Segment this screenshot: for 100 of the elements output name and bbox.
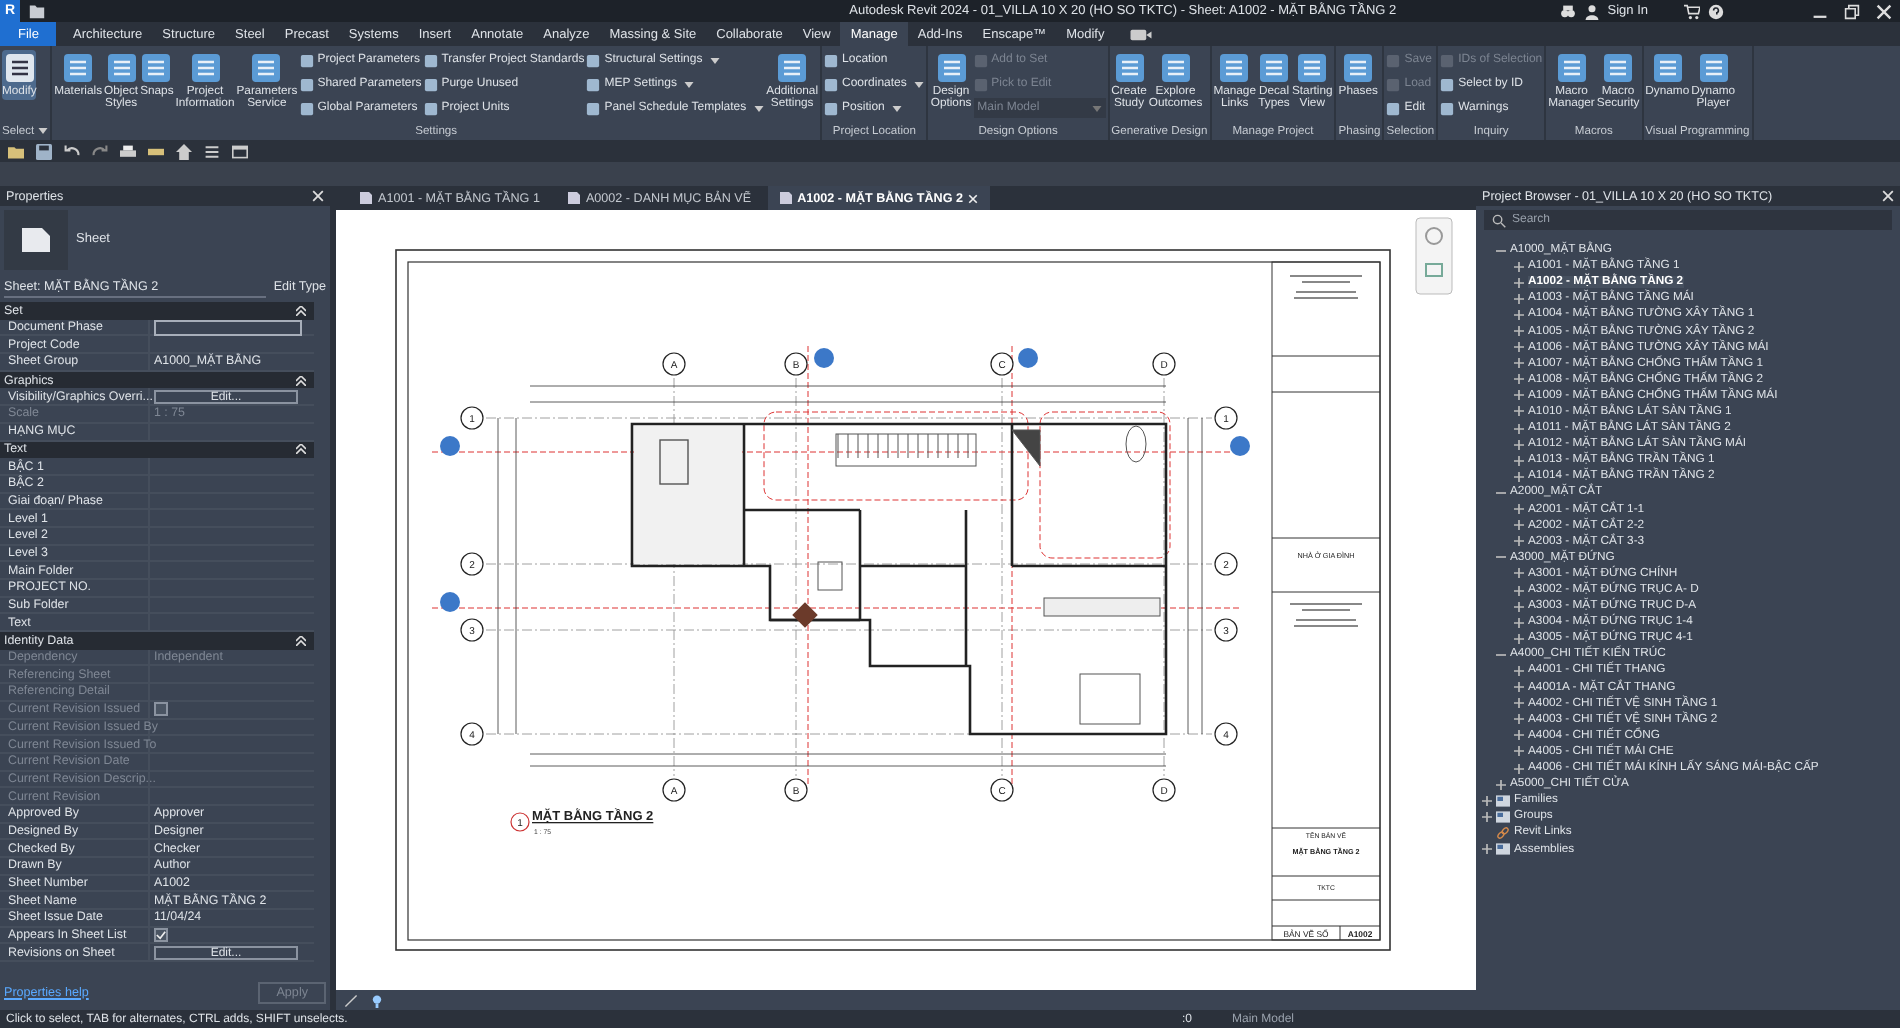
close-icon[interactable] (1876, 3, 1892, 19)
expand-icon[interactable] (1514, 536, 1524, 547)
expand-icon[interactable] (1482, 795, 1492, 806)
lightbulb-icon[interactable] (370, 993, 384, 1007)
expand-icon[interactable] (1482, 844, 1492, 855)
expand-icon[interactable] (1514, 261, 1524, 272)
square-icon (299, 101, 314, 115)
square-icon (973, 77, 988, 91)
caret-icon (892, 105, 903, 111)
square-icon (824, 101, 839, 115)
expand-icon[interactable] (1514, 665, 1524, 676)
caret-icon (914, 81, 925, 87)
expand-icon[interactable] (1514, 293, 1524, 304)
list-icon (1651, 52, 1684, 84)
checkbox[interactable] (154, 928, 168, 943)
house-icon[interactable] (176, 143, 192, 159)
caret-icon (754, 105, 765, 111)
expand-icon[interactable] (1514, 326, 1524, 337)
camera-icon[interactable] (1130, 27, 1153, 41)
scale-icon[interactable] (344, 993, 358, 1007)
cart-icon[interactable] (1684, 3, 1700, 19)
section-marker (440, 592, 460, 612)
list-icon (935, 52, 968, 84)
expand-icon[interactable] (1514, 568, 1524, 579)
section-marker (440, 436, 460, 456)
expand-icon[interactable] (1514, 520, 1524, 531)
square-icon (299, 77, 314, 91)
redo-icon[interactable] (92, 143, 108, 159)
chevron-icon (296, 305, 306, 316)
square-icon (423, 53, 438, 67)
expand-icon[interactable] (1514, 730, 1524, 741)
list-icon (1296, 52, 1329, 84)
square-icon (586, 77, 601, 91)
square-icon (1386, 101, 1401, 115)
expand-icon[interactable] (1514, 714, 1524, 725)
caret-icon (1091, 105, 1102, 111)
expand-icon[interactable] (1514, 277, 1524, 288)
square-icon (423, 77, 438, 91)
expand-icon[interactable] (1514, 390, 1524, 401)
sheet-icon (22, 227, 50, 251)
expand-icon[interactable] (1514, 455, 1524, 466)
list-icon (776, 52, 809, 84)
square-icon (423, 101, 438, 115)
list-icon (189, 52, 221, 84)
square-icon (824, 53, 839, 67)
collapse-icon[interactable] (1496, 487, 1506, 498)
restore-icon[interactable] (1844, 3, 1860, 19)
list-icon (1113, 52, 1146, 84)
caret-icon[interactable] (38, 128, 49, 134)
list-icon (250, 52, 283, 84)
square-icon (1386, 77, 1401, 91)
chevron-icon (296, 444, 306, 455)
expand-icon[interactable] (1514, 358, 1524, 369)
close-icon[interactable] (968, 193, 979, 203)
expand-icon[interactable] (1514, 406, 1524, 417)
printer-icon[interactable] (120, 143, 136, 159)
folder-icon (1496, 842, 1510, 857)
square-icon (299, 53, 314, 67)
caret-icon (684, 81, 695, 87)
list-icon (140, 52, 173, 84)
measure-icon[interactable] (148, 143, 164, 159)
square-icon (586, 101, 601, 115)
expand-icon[interactable] (1514, 601, 1524, 612)
collapse-icon[interactable] (1496, 245, 1506, 256)
expand-icon[interactable] (1514, 423, 1524, 434)
expand-icon[interactable] (1514, 471, 1524, 482)
square-icon (586, 53, 601, 67)
expand-icon[interactable] (1514, 617, 1524, 628)
caret-icon (710, 57, 721, 63)
list-icon[interactable] (204, 143, 220, 159)
expand-icon[interactable] (1514, 374, 1524, 385)
save-icon[interactable] (36, 143, 52, 159)
binoculars-icon[interactable] (1559, 3, 1576, 19)
expand-icon[interactable] (1514, 585, 1524, 596)
user-icon[interactable] (1583, 3, 1600, 19)
square-icon (1440, 101, 1455, 115)
expand-icon[interactable] (1514, 698, 1524, 709)
window-icon[interactable] (232, 143, 248, 159)
expand-icon[interactable] (1514, 682, 1524, 693)
expand-icon[interactable] (1514, 342, 1524, 353)
expand-icon[interactable] (1514, 309, 1524, 320)
expand-icon[interactable] (1514, 746, 1524, 757)
close-icon[interactable] (1882, 190, 1894, 202)
help-icon[interactable] (1708, 3, 1724, 19)
collapse-icon[interactable] (1496, 649, 1506, 660)
list-icon (105, 52, 138, 84)
expand-icon[interactable] (1514, 504, 1524, 515)
expand-icon[interactable] (1514, 633, 1524, 644)
list-icon (1257, 52, 1290, 84)
expand-icon[interactable] (1514, 763, 1524, 774)
list-icon (1159, 52, 1192, 84)
expand-icon[interactable] (1496, 779, 1506, 790)
expand-icon[interactable] (1482, 811, 1492, 822)
undo-icon[interactable] (64, 143, 80, 159)
collapse-icon[interactable] (1496, 552, 1506, 563)
checkmark-icon (156, 930, 166, 941)
list-icon (1555, 52, 1588, 84)
close-icon[interactable] (312, 190, 324, 202)
section-marker (814, 348, 834, 368)
expand-icon[interactable] (1514, 439, 1524, 450)
